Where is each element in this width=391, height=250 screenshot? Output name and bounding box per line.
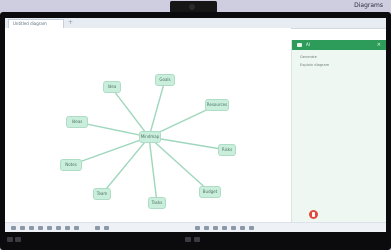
taskbar: [5, 233, 386, 247]
record-button[interactable]: [309, 210, 318, 219]
diagram-canvas[interactable]: Mindmap Idea Goals Resources Risks Budge…: [5, 28, 291, 222]
bottom-toolbar: [5, 222, 386, 232]
monitor-bezel: Untitled diagram + Mindmap Idea Goals Re…: [0, 12, 391, 250]
edge-tasks: [148, 136, 158, 204]
side-item-generate[interactable]: Generate: [300, 55, 317, 59]
redo-icon[interactable]: [104, 226, 109, 230]
node-tasks[interactable]: Tasks: [148, 197, 166, 209]
select-icon[interactable]: [11, 226, 16, 230]
node-ideas[interactable]: Ideas: [66, 116, 88, 128]
node-idea[interactable]: Idea: [103, 81, 121, 93]
comment-icon[interactable]: [240, 226, 245, 230]
shape-icon[interactable]: [29, 226, 34, 230]
edge-goals: [148, 79, 166, 138]
image-icon[interactable]: [74, 226, 79, 230]
side-panel-header: AI ×: [292, 40, 386, 50]
zoom-out-icon[interactable]: [195, 226, 200, 230]
pen-icon[interactable]: [20, 226, 25, 230]
side-panel-title: AI: [306, 42, 310, 47]
side-item-explain[interactable]: Explain diagram: [300, 63, 329, 67]
node-goals[interactable]: Goals: [155, 74, 175, 86]
frame-icon[interactable]: [65, 226, 70, 230]
grid-icon[interactable]: [213, 226, 218, 230]
node-risks[interactable]: Risks: [218, 144, 236, 156]
ai-side-panel: AI × Generate Explain diagram Feedback ·…: [291, 40, 386, 230]
diagram-edges: [70, 79, 228, 204]
connector-icon[interactable]: [47, 226, 52, 230]
node-budget[interactable]: Budget: [199, 186, 221, 198]
sticky-icon[interactable]: [56, 226, 61, 230]
layers-icon[interactable]: [231, 226, 236, 230]
new-tab-button[interactable]: +: [68, 19, 73, 27]
wall-label: Diagrams: [354, 2, 383, 9]
search-icon[interactable]: [15, 237, 21, 242]
edge-idea: [110, 86, 150, 138]
text-icon[interactable]: [38, 226, 43, 230]
zoom-in-icon[interactable]: [204, 226, 209, 230]
node-resources[interactable]: Resources: [205, 99, 229, 111]
files-icon[interactable]: [194, 237, 200, 242]
undo-icon[interactable]: [95, 226, 100, 230]
photo-scene: Diagrams Untitled diagram + Mindmap Idea…: [0, 0, 391, 250]
tab-untitled-diagram[interactable]: Untitled diagram: [8, 19, 64, 28]
app-screen: Untitled diagram + Mindmap Idea Goals Re…: [5, 18, 386, 232]
node-team[interactable]: Team: [93, 188, 111, 200]
sparkle-icon: [297, 43, 302, 47]
fit-icon[interactable]: [222, 226, 227, 230]
start-icon[interactable]: [7, 237, 13, 242]
browser-icon[interactable]: [185, 237, 191, 242]
node-notes[interactable]: Notes: [60, 159, 82, 171]
close-icon[interactable]: ×: [377, 40, 381, 50]
node-center[interactable]: Mindmap: [139, 131, 161, 143]
share-icon[interactable]: [249, 226, 254, 230]
